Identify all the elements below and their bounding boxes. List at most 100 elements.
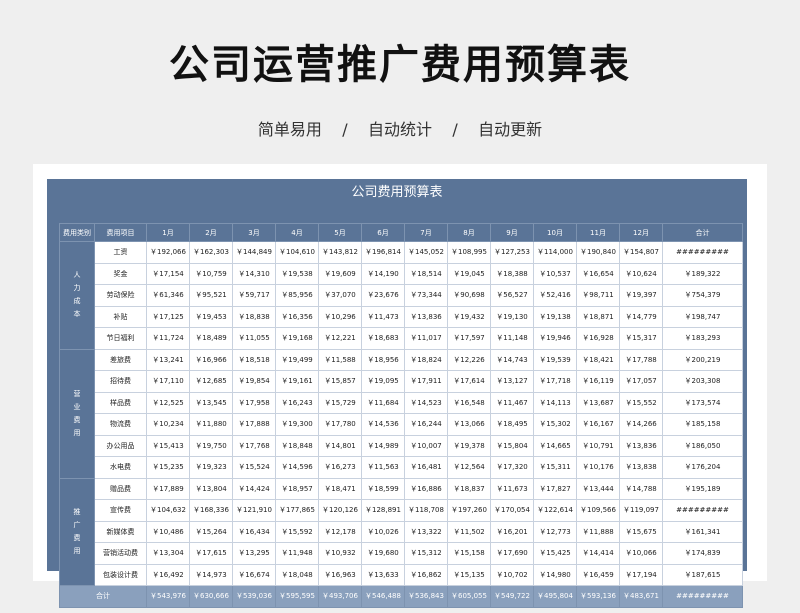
value-cell[interactable]: ￥18,495 bbox=[490, 413, 534, 436]
value-cell[interactable]: ￥168,336 bbox=[189, 499, 233, 522]
value-cell[interactable]: ￥18,683 bbox=[361, 327, 405, 350]
value-cell[interactable]: ￥16,356 bbox=[275, 305, 319, 328]
column-header[interactable]: 11月 bbox=[576, 223, 620, 242]
value-cell[interactable]: ￥14,980 bbox=[533, 563, 577, 586]
value-cell[interactable]: ￥17,110 bbox=[146, 370, 190, 393]
value-cell[interactable]: ￥15,524 bbox=[232, 456, 276, 479]
value-cell[interactable]: ￥154,807 bbox=[619, 241, 663, 264]
value-cell[interactable]: ￥13,127 bbox=[490, 370, 534, 393]
value-cell[interactable]: ￥13,687 bbox=[576, 391, 620, 414]
value-cell[interactable]: ￥14,424 bbox=[232, 477, 276, 500]
value-cell[interactable]: ￥15,592 bbox=[275, 520, 319, 543]
total-value-cell[interactable]: ￥495,804 bbox=[533, 585, 577, 608]
value-cell[interactable]: ￥18,471 bbox=[318, 477, 362, 500]
value-cell[interactable]: ￥14,113 bbox=[533, 391, 577, 414]
value-cell[interactable]: ￥17,827 bbox=[533, 477, 577, 500]
value-cell[interactable]: ￥15,158 bbox=[447, 542, 491, 565]
value-cell[interactable]: ￥14,779 bbox=[619, 305, 663, 328]
row-total-cell[interactable]: ￥189,322 bbox=[662, 262, 743, 285]
item-cell[interactable]: 差旅费 bbox=[94, 348, 147, 371]
value-cell[interactable]: ￥23,676 bbox=[361, 284, 405, 307]
value-cell[interactable]: ￥19,045 bbox=[447, 262, 491, 285]
value-cell[interactable]: ￥120,126 bbox=[318, 499, 362, 522]
value-cell[interactable]: ￥14,536 bbox=[361, 413, 405, 436]
value-cell[interactable]: ￥10,007 bbox=[404, 434, 448, 457]
value-cell[interactable]: ￥11,467 bbox=[490, 391, 534, 414]
value-cell[interactable]: ￥108,995 bbox=[447, 241, 491, 264]
value-cell[interactable]: ￥15,312 bbox=[404, 542, 448, 565]
value-cell[interactable]: ￥19,397 bbox=[619, 284, 663, 307]
value-cell[interactable]: ￥15,264 bbox=[189, 520, 233, 543]
column-header[interactable]: 4月 bbox=[275, 223, 319, 242]
value-cell[interactable]: ￥14,788 bbox=[619, 477, 663, 500]
value-cell[interactable]: ￥37,070 bbox=[318, 284, 362, 307]
value-cell[interactable]: ￥16,886 bbox=[404, 477, 448, 500]
value-cell[interactable]: ￥15,804 bbox=[490, 434, 534, 457]
value-cell[interactable]: ￥16,243 bbox=[275, 391, 319, 414]
value-cell[interactable]: ￥15,413 bbox=[146, 434, 190, 457]
value-cell[interactable]: ￥17,125 bbox=[146, 305, 190, 328]
value-cell[interactable]: ￥11,502 bbox=[447, 520, 491, 543]
value-cell[interactable]: ￥15,302 bbox=[533, 413, 577, 436]
value-cell[interactable]: ￥162,303 bbox=[189, 241, 233, 264]
value-cell[interactable]: ￥19,854 bbox=[232, 370, 276, 393]
value-cell[interactable]: ￥17,154 bbox=[146, 262, 190, 285]
total-value-cell[interactable]: ￥546,488 bbox=[361, 585, 405, 608]
value-cell[interactable]: ￥18,388 bbox=[490, 262, 534, 285]
value-cell[interactable]: ￥15,317 bbox=[619, 327, 663, 350]
value-cell[interactable]: ￥17,788 bbox=[619, 348, 663, 371]
value-cell[interactable]: ￥10,759 bbox=[189, 262, 233, 285]
value-cell[interactable]: ￥18,518 bbox=[232, 348, 276, 371]
value-cell[interactable]: ￥12,773 bbox=[533, 520, 577, 543]
value-cell[interactable]: ￥17,888 bbox=[232, 413, 276, 436]
item-cell[interactable]: 办公用品 bbox=[94, 434, 147, 457]
value-cell[interactable]: ￥11,473 bbox=[361, 305, 405, 328]
category-cell[interactable]: 推广费用 bbox=[59, 477, 95, 586]
item-cell[interactable]: 节日福利 bbox=[94, 327, 147, 350]
value-cell[interactable]: ￥12,525 bbox=[146, 391, 190, 414]
value-cell[interactable]: ￥17,057 bbox=[619, 370, 663, 393]
value-cell[interactable]: ￥14,989 bbox=[361, 434, 405, 457]
value-cell[interactable]: ￥13,066 bbox=[447, 413, 491, 436]
value-cell[interactable]: ￥196,814 bbox=[361, 241, 405, 264]
total-value-cell[interactable]: ######### bbox=[662, 585, 743, 608]
value-cell[interactable]: ￥19,300 bbox=[275, 413, 319, 436]
value-cell[interactable]: ￥19,378 bbox=[447, 434, 491, 457]
total-value-cell[interactable]: ￥543,976 bbox=[146, 585, 190, 608]
value-cell[interactable]: ￥19,499 bbox=[275, 348, 319, 371]
value-cell[interactable]: ￥17,614 bbox=[447, 370, 491, 393]
value-cell[interactable]: ￥177,865 bbox=[275, 499, 319, 522]
row-total-cell[interactable]: ￥161,341 bbox=[662, 520, 743, 543]
row-total-cell[interactable]: ￥173,574 bbox=[662, 391, 743, 414]
item-cell[interactable]: 赠品费 bbox=[94, 477, 147, 500]
value-cell[interactable]: ￥13,295 bbox=[232, 542, 276, 565]
value-cell[interactable]: ￥16,928 bbox=[576, 327, 620, 350]
value-cell[interactable]: ￥90,698 bbox=[447, 284, 491, 307]
value-cell[interactable]: ￥14,665 bbox=[533, 434, 577, 457]
value-cell[interactable]: ￥15,729 bbox=[318, 391, 362, 414]
value-cell[interactable]: ￥18,956 bbox=[361, 348, 405, 371]
value-cell[interactable]: ￥11,948 bbox=[275, 542, 319, 565]
value-cell[interactable]: ￥56,527 bbox=[490, 284, 534, 307]
column-header[interactable]: 5月 bbox=[318, 223, 362, 242]
total-label-cell[interactable]: 合计 bbox=[59, 585, 147, 608]
value-cell[interactable]: ￥17,320 bbox=[490, 456, 534, 479]
value-cell[interactable]: ￥98,711 bbox=[576, 284, 620, 307]
value-cell[interactable]: ￥16,244 bbox=[404, 413, 448, 436]
value-cell[interactable]: ￥17,690 bbox=[490, 542, 534, 565]
total-value-cell[interactable]: ￥549,722 bbox=[490, 585, 534, 608]
row-total-cell[interactable]: ######### bbox=[662, 499, 743, 522]
value-cell[interactable]: ￥14,973 bbox=[189, 563, 233, 586]
value-cell[interactable]: ￥15,675 bbox=[619, 520, 663, 543]
value-cell[interactable]: ￥17,958 bbox=[232, 391, 276, 414]
value-cell[interactable]: ￥15,311 bbox=[533, 456, 577, 479]
value-cell[interactable]: ￥11,148 bbox=[490, 327, 534, 350]
value-cell[interactable]: ￥11,880 bbox=[189, 413, 233, 436]
row-total-cell[interactable]: ￥203,308 bbox=[662, 370, 743, 393]
item-cell[interactable]: 劳动保险 bbox=[94, 284, 147, 307]
column-header[interactable]: 合计 bbox=[662, 223, 743, 242]
value-cell[interactable]: ￥109,566 bbox=[576, 499, 620, 522]
value-cell[interactable]: ￥11,684 bbox=[361, 391, 405, 414]
total-value-cell[interactable]: ￥630,666 bbox=[189, 585, 233, 608]
value-cell[interactable]: ￥13,836 bbox=[619, 434, 663, 457]
